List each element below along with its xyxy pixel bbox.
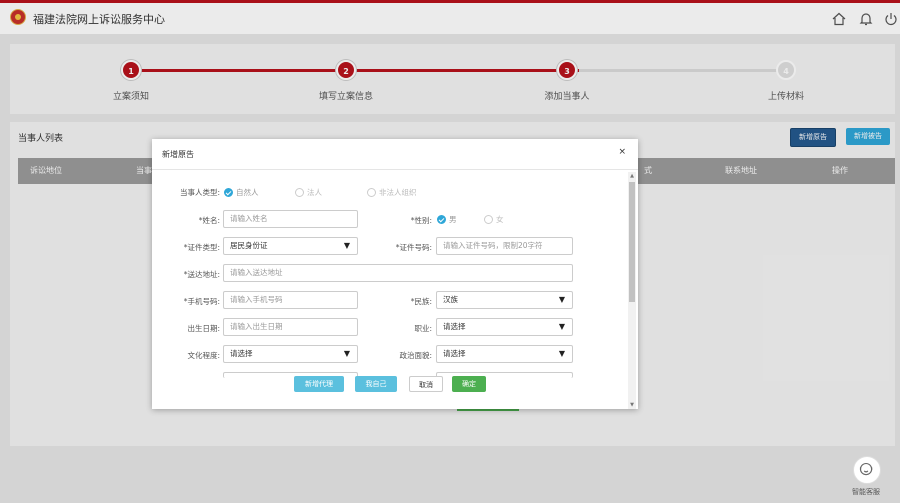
education-label: 文化程度:: [187, 351, 220, 360]
customer-service-icon[interactable]: [853, 456, 881, 484]
political-label: 政治面貌:: [399, 351, 432, 360]
dialog-title: 新增原告: [162, 150, 194, 159]
address-label: *送达地址:: [183, 270, 220, 279]
divider: [152, 169, 638, 170]
dropdown-arrow-icon: ▼: [558, 349, 565, 358]
scroll-up-icon[interactable]: ▲: [628, 172, 636, 180]
address-input[interactable]: 请输入送达地址: [223, 264, 573, 282]
radio-label: 自然人: [236, 188, 259, 197]
radio-label: 法人: [307, 188, 322, 197]
myself-button[interactable]: 我自己: [355, 376, 397, 392]
add-plaintiff-dialog: 新增原告 × 当事人类型: 自然人 法人 非法人组织 *姓名: 请输入姓名 *性…: [152, 139, 638, 409]
dropdown-arrow-icon: ▼: [343, 241, 350, 250]
gender-female-radio[interactable]: 女: [484, 214, 504, 225]
customer-service-label: 智能客服: [852, 488, 880, 496]
education-select[interactable]: 请选择 ▼: [223, 345, 358, 363]
phone-input[interactable]: 请输入手机号码: [223, 291, 358, 309]
radio-label: 女: [496, 215, 504, 224]
id-type-select[interactable]: 居民身份证 ▼: [223, 237, 358, 255]
radio-label: 非法人组织: [379, 188, 417, 197]
id-number-input[interactable]: 请输入证件号码，限制20字符: [436, 237, 573, 255]
add-agent-button[interactable]: 新增代理: [294, 376, 344, 392]
dropdown-arrow-icon: ▼: [558, 295, 565, 304]
party-type-legal-person-radio[interactable]: 法人: [295, 187, 322, 198]
phone-label: *手机号码:: [183, 297, 220, 306]
id-type-label: *证件类型:: [183, 243, 220, 252]
gender-male-radio[interactable]: 男: [437, 214, 457, 225]
political-select[interactable]: 请选择 ▼: [436, 345, 573, 363]
party-type-label: 当事人类型:: [179, 188, 220, 197]
close-icon[interactable]: ×: [618, 147, 626, 157]
party-type-natural-person-radio[interactable]: 自然人: [224, 187, 259, 198]
name-label: *姓名:: [198, 216, 220, 225]
occupation-label: 职业:: [414, 324, 432, 333]
select-value: 汉族: [443, 295, 458, 304]
scrollbar-thumb[interactable]: [629, 182, 635, 302]
occupation-select[interactable]: 请选择 ▼: [436, 318, 573, 336]
radio-label: 男: [449, 215, 457, 224]
birth-date-input[interactable]: 请输入出生日期: [223, 318, 358, 336]
party-type-unincorporated-radio[interactable]: 非法人组织: [367, 187, 417, 198]
ethnicity-label: *民族:: [410, 297, 432, 306]
confirm-button[interactable]: 确定: [452, 376, 486, 392]
ethnicity-select[interactable]: 汉族 ▼: [436, 291, 573, 309]
dialog-scrollbar[interactable]: ▲ ▼: [628, 172, 636, 409]
birth-date-label: 出生日期:: [187, 324, 220, 333]
id-number-label: *证件号码:: [395, 243, 432, 252]
radio-unchecked-icon: [484, 215, 493, 224]
gender-label: *性别:: [410, 216, 432, 225]
radio-checked-icon: [437, 215, 446, 224]
radio-checked-icon: [224, 188, 233, 197]
select-value: 居民身份证: [230, 241, 268, 250]
select-value: 请选择: [230, 349, 253, 358]
scroll-down-icon[interactable]: ▼: [628, 401, 636, 409]
radio-unchecked-icon: [367, 188, 376, 197]
select-value: 请选择: [443, 322, 466, 331]
select-value: 请选择: [443, 349, 466, 358]
dropdown-arrow-icon: ▼: [343, 349, 350, 358]
dropdown-arrow-icon: ▼: [558, 322, 565, 331]
cancel-button[interactable]: 取消: [409, 376, 443, 392]
name-input[interactable]: 请输入姓名: [223, 210, 358, 228]
radio-unchecked-icon: [295, 188, 304, 197]
